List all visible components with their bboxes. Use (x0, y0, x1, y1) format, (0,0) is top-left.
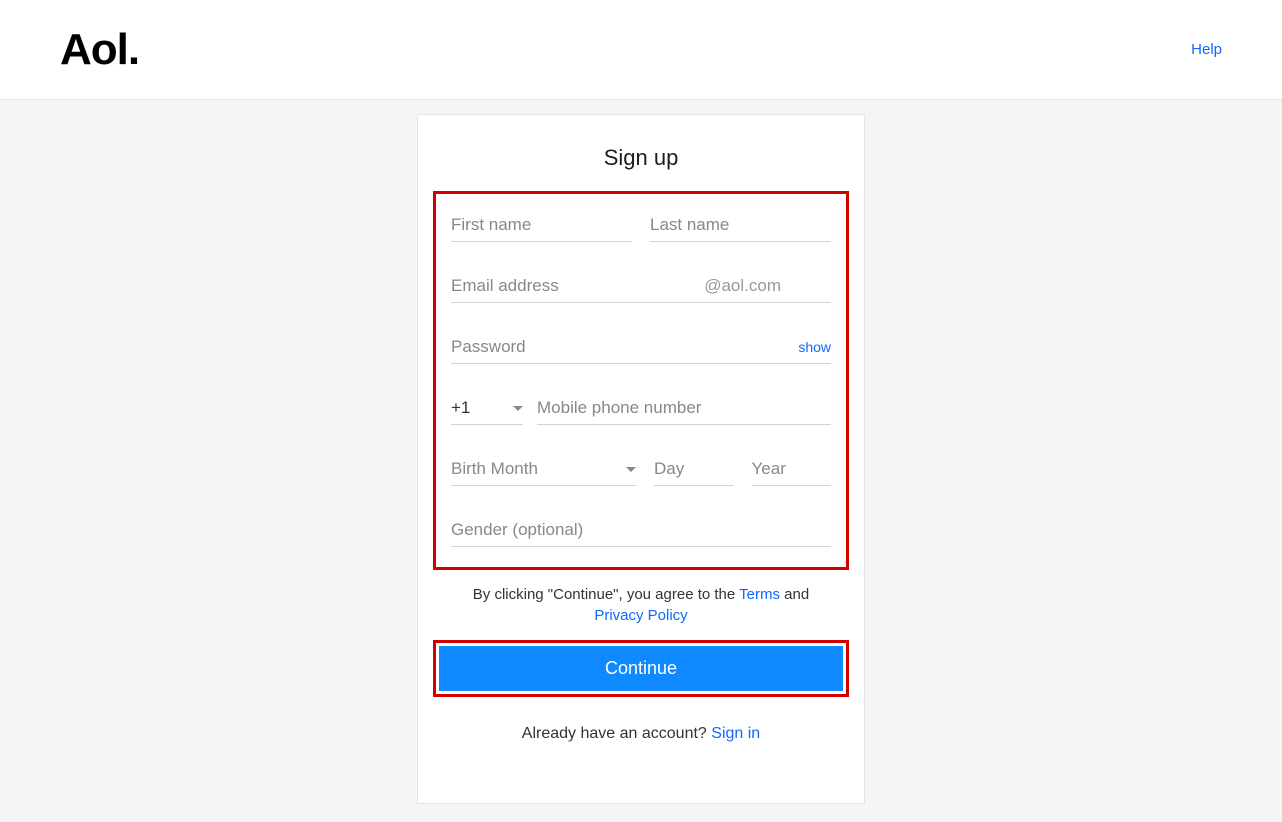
last-name-input[interactable] (650, 209, 831, 242)
email-suffix: @aol.com (704, 276, 831, 296)
main-container: Sign up @aol.com show +1 (0, 100, 1282, 804)
password-input[interactable] (451, 331, 798, 363)
signin-prefix: Already have an account? (522, 725, 711, 742)
aol-logo: Aol. (60, 25, 139, 75)
header: Aol. Help (0, 0, 1282, 100)
birth-year-input[interactable] (752, 453, 832, 486)
gender-input[interactable] (451, 514, 831, 547)
signin-text: Already have an account? Sign in (433, 725, 849, 743)
page-title: Sign up (433, 145, 849, 171)
terms-text: By clicking "Continue", you agree to the… (447, 584, 835, 626)
help-link[interactable]: Help (1191, 41, 1222, 58)
signin-link[interactable]: Sign in (711, 725, 760, 742)
continue-button[interactable]: Continue (439, 646, 843, 691)
show-password-link[interactable]: show (798, 339, 831, 355)
phone-row: +1 (451, 392, 831, 425)
country-code-select[interactable]: +1 (451, 392, 523, 425)
birth-row: Birth Month (451, 453, 831, 486)
signup-card: Sign up @aol.com show +1 (417, 114, 865, 804)
privacy-link[interactable]: Privacy Policy (594, 607, 687, 624)
terms-middle: and (780, 586, 809, 603)
password-row: show (451, 331, 831, 364)
phone-input[interactable] (537, 392, 831, 425)
terms-prefix: By clicking "Continue", you agree to the (473, 586, 739, 603)
country-code-value: +1 (451, 398, 507, 418)
birth-month-placeholder: Birth Month (451, 459, 620, 479)
form-highlight-box: @aol.com show +1 Birth Month (433, 191, 849, 570)
name-row (451, 209, 831, 242)
birth-month-select[interactable]: Birth Month (451, 453, 636, 486)
email-row: @aol.com (451, 270, 831, 303)
first-name-input[interactable] (451, 209, 632, 242)
birth-day-input[interactable] (654, 453, 734, 486)
chevron-down-icon (513, 406, 523, 411)
continue-highlight-box: Continue (433, 640, 849, 697)
email-input[interactable] (451, 270, 704, 302)
terms-link[interactable]: Terms (739, 586, 780, 603)
chevron-down-icon (626, 467, 636, 472)
